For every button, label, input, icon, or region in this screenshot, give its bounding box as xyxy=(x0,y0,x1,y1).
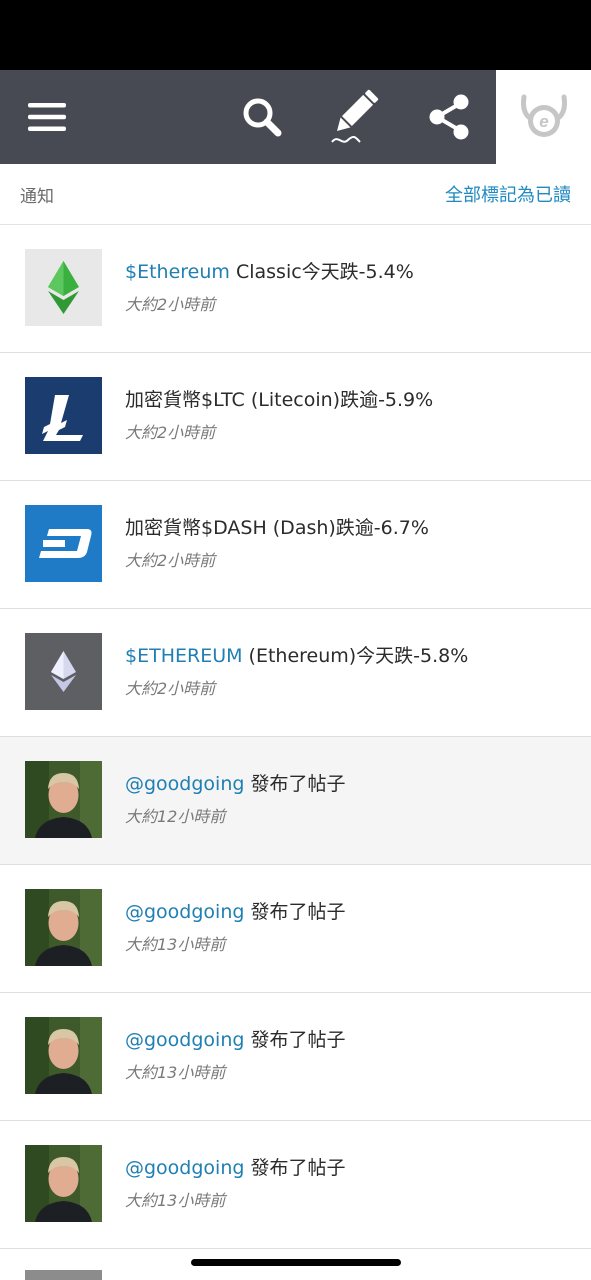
notification-message: Classic今天跌-5.4% xyxy=(229,261,414,283)
notification-message: 發布了帖子 xyxy=(244,1157,346,1179)
notification-item[interactable]: @goodgoing 發布了帖子 大約13小時前 xyxy=(0,865,591,993)
search-icon xyxy=(243,98,282,137)
ethereum-classic-icon xyxy=(25,249,102,326)
notification-text: $Ethereum Classic今天跌-5.4% xyxy=(125,257,581,284)
notification-item[interactable]: $Ethereum Classic今天跌-5.4% 大約2小時前 xyxy=(0,225,591,353)
notification-item[interactable]: @goodgoing 發布了帖子 大約13小時前 xyxy=(0,993,591,1121)
notification-message: 加密貨幣$DASH (Dash)跌逾-6.7% xyxy=(125,517,429,539)
next-item-thumbnail xyxy=(25,1270,102,1280)
hamburger-menu-icon xyxy=(28,103,66,131)
top-navigation-bar: e xyxy=(0,70,591,164)
notifications-header: 通知 全部標記為已讀 xyxy=(0,164,591,225)
share-icon xyxy=(429,94,469,140)
notification-item[interactable]: 加密貨幣$LTC (Litecoin)跌逾-5.9% 大約2小時前 xyxy=(0,353,591,481)
notification-text: @goodgoing 發布了帖子 xyxy=(125,897,581,924)
notification-text: @goodgoing 發布了帖子 xyxy=(125,1025,581,1052)
etoro-logo-icon: e xyxy=(520,94,567,137)
notification-item[interactable]: $ETHEREUM (Ethereum)今天跌-5.8% 大約2小時前 xyxy=(0,609,591,737)
notification-message: 發布了帖子 xyxy=(244,773,346,795)
notification-message: 發布了帖子 xyxy=(244,901,346,923)
page-title: 通知 xyxy=(20,187,54,207)
notification-text: $ETHEREUM (Ethereum)今天跌-5.8% xyxy=(125,641,581,668)
home-indicator[interactable] xyxy=(191,1259,401,1266)
ethereum-icon xyxy=(25,633,102,710)
brand-logo-button[interactable]: e xyxy=(496,70,591,164)
notification-message: 加密貨幣$LTC (Litecoin)跌逾-5.9% xyxy=(125,389,434,411)
user-link[interactable]: @goodgoing xyxy=(125,901,244,923)
mark-all-read-link[interactable]: 全部標記為已讀 xyxy=(445,181,571,207)
notification-time: 大約13小時前 xyxy=(125,935,226,954)
notification-time: 大約2小時前 xyxy=(125,423,216,442)
user-avatar xyxy=(25,889,102,966)
instrument-link[interactable]: $Ethereum xyxy=(125,261,230,283)
user-link[interactable]: @goodgoing xyxy=(125,773,244,795)
notification-time: 大約12小時前 xyxy=(125,807,226,826)
notification-time: 大約2小時前 xyxy=(125,679,216,698)
notification-time: 大約2小時前 xyxy=(125,295,216,314)
notification-text: 加密貨幣$LTC (Litecoin)跌逾-5.9% xyxy=(125,385,581,412)
share-button[interactable] xyxy=(404,70,494,164)
notification-item[interactable]: @goodgoing 發布了帖子 大約12小時前 xyxy=(0,737,591,865)
user-link[interactable]: @goodgoing xyxy=(125,1029,244,1051)
menu-button[interactable] xyxy=(0,70,94,164)
litecoin-icon xyxy=(25,377,102,454)
status-bar xyxy=(0,0,591,70)
notification-time: 大約13小時前 xyxy=(125,1191,226,1210)
compose-button[interactable] xyxy=(310,70,398,164)
notification-text: 加密貨幣$DASH (Dash)跌逾-6.7% xyxy=(125,513,581,540)
notification-item[interactable]: @goodgoing 發布了帖子 大約13小時前 xyxy=(0,1121,591,1249)
instrument-link[interactable]: $ETHEREUM xyxy=(125,645,243,667)
user-link[interactable]: @goodgoing xyxy=(125,1157,244,1179)
search-button[interactable] xyxy=(218,70,306,164)
user-avatar xyxy=(25,1145,102,1222)
notifications-screen: e 通知 全部標記為已讀 $Ethereum Classic今天跌-5.4% 大… xyxy=(0,0,591,1280)
notification-time: 大約13小時前 xyxy=(125,1063,226,1082)
notification-item[interactable]: 加密貨幣$DASH (Dash)跌逾-6.7% 大約2小時前 xyxy=(0,481,591,609)
dash-icon xyxy=(25,505,102,582)
notification-time: 大約2小時前 xyxy=(125,551,216,570)
user-avatar xyxy=(25,1017,102,1094)
notification-text: @goodgoing 發布了帖子 xyxy=(125,1153,581,1180)
notification-message: 發布了帖子 xyxy=(244,1029,346,1051)
notification-list: $Ethereum Classic今天跌-5.4% 大約2小時前 加密貨幣$LT… xyxy=(0,225,591,1249)
pencil-icon xyxy=(331,89,379,143)
svg-text:e: e xyxy=(539,112,548,131)
notification-message: (Ethereum)今天跌-5.8% xyxy=(242,645,469,667)
user-avatar xyxy=(25,761,102,838)
notification-text: @goodgoing 發布了帖子 xyxy=(125,769,581,796)
